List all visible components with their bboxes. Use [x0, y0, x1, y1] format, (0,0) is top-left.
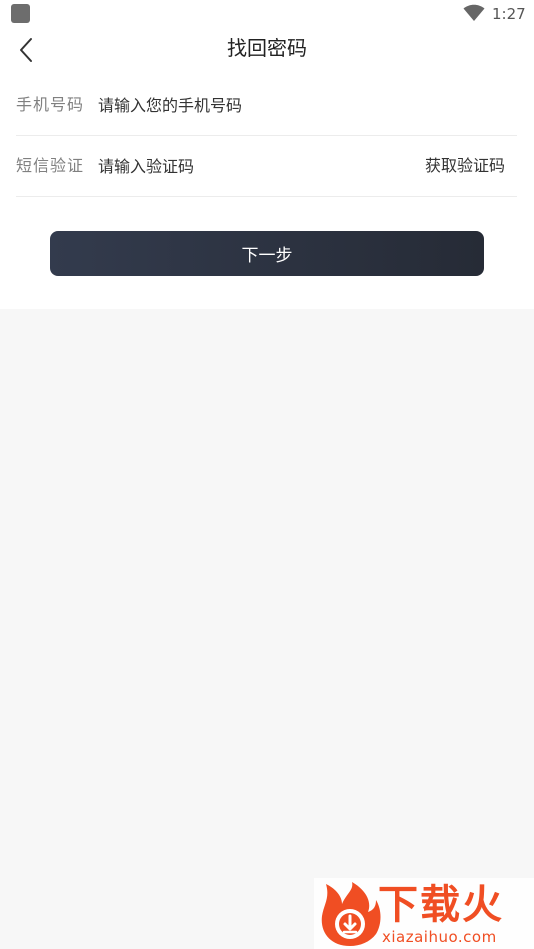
watermark-logo: 下载火 xiazaihuo.com [314, 878, 534, 949]
wifi-icon [463, 4, 485, 21]
screen: 1:27 找回密码 手机号码 短信验证 获取验证码 下一步 下载火 xiazai… [0, 0, 534, 949]
watermark-url: xiazaihuo.com [382, 928, 497, 946]
page-title: 找回密码 [227, 36, 307, 60]
phone-input[interactable] [98, 89, 398, 121]
flame-download-icon [321, 882, 381, 946]
phone-label: 手机号码 [16, 95, 85, 114]
watermark-text: 下载火 [378, 882, 504, 928]
status-time: 1:27 [492, 5, 526, 23]
phone-row: 手机号码 [16, 76, 517, 136]
code-label: 短信验证 [16, 156, 85, 175]
code-input[interactable] [98, 150, 398, 182]
code-row: 短信验证 获取验证码 [16, 137, 517, 197]
app-notification-icon [11, 4, 30, 23]
next-button[interactable]: 下一步 [50, 231, 484, 276]
status-bar: 1:27 [0, 0, 534, 28]
get-code-button[interactable]: 获取验证码 [425, 154, 505, 178]
